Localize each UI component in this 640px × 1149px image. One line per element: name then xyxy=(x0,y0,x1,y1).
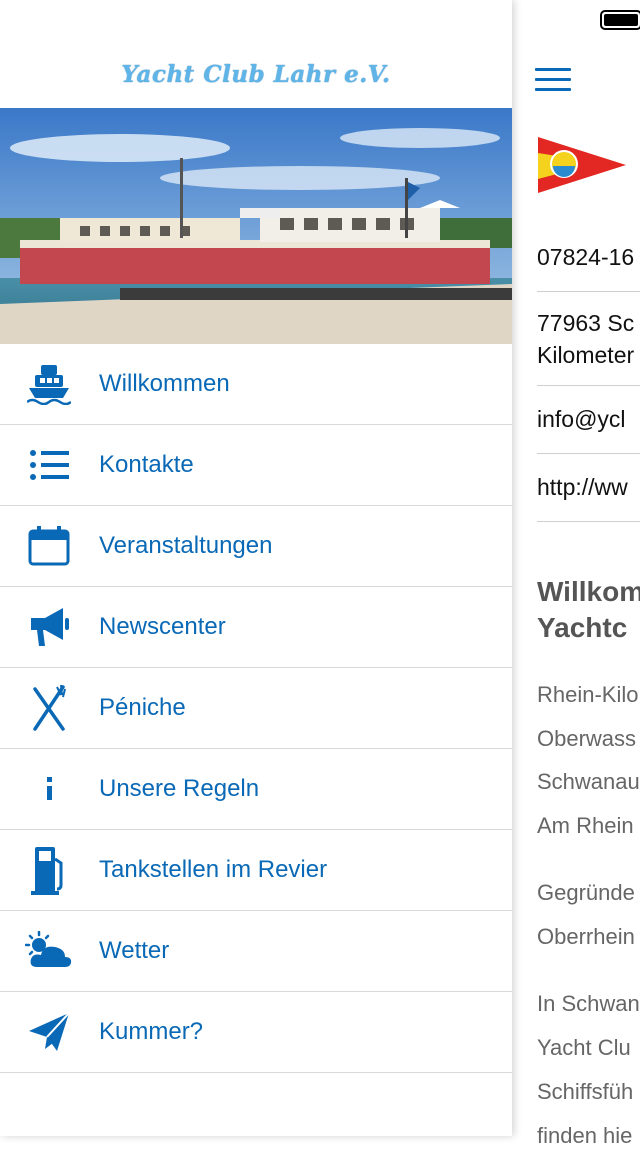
drawer-menu: Willkommen Kontakte Veranstaltungen News… xyxy=(0,344,512,1073)
menu-item-tankstellen[interactable]: Tankstellen im Revier xyxy=(0,830,512,911)
welcome-heading-line1: Willkom xyxy=(537,576,640,607)
paragraph-line: Oberwass xyxy=(537,726,637,751)
menu-label: Wetter xyxy=(99,937,170,964)
menu-label: Tankstellen im Revier xyxy=(99,856,328,883)
contact-address-line1[interactable]: 77963 Sc xyxy=(537,310,640,337)
paragraph-line: Yacht Clu xyxy=(537,1035,631,1060)
ship-icon xyxy=(24,358,74,410)
menu-label: Kummer? xyxy=(99,1018,204,1045)
contact-email[interactable]: info@ycl xyxy=(537,406,640,433)
divider xyxy=(537,291,640,292)
hero-image-houseboat xyxy=(0,108,512,344)
paragraph-line: finden hie xyxy=(537,1123,633,1148)
menu-label: Péniche xyxy=(99,694,186,721)
divider xyxy=(537,521,640,522)
paragraph-line: Rhein-Kilo xyxy=(537,682,639,707)
info-icon xyxy=(24,763,74,815)
list-icon xyxy=(24,439,74,491)
paragraph-line: Am Rhein xyxy=(537,813,634,838)
main-content: 07824-16 77963 Sc Kilometer info@ycl htt… xyxy=(512,40,640,1148)
weather-icon xyxy=(24,925,74,977)
cutlery-icon xyxy=(24,682,74,734)
contact-website[interactable]: http://ww xyxy=(537,474,640,501)
paragraph-line: In Schwan xyxy=(537,991,640,1016)
paragraph-line: Gegründe xyxy=(537,880,635,905)
paragraph-line: Schwanau xyxy=(537,769,640,794)
menu-label: Kontakte xyxy=(99,451,194,478)
calendar-icon xyxy=(24,520,74,572)
divider xyxy=(537,385,640,386)
divider xyxy=(537,453,640,454)
contact-phone[interactable]: 07824-16 xyxy=(537,244,640,271)
menu-label: Unsere Regeln xyxy=(99,775,260,802)
club-pennant-logo xyxy=(538,137,626,193)
menu-item-unsere-regeln[interactable]: Unsere Regeln xyxy=(0,749,512,830)
menu-item-veranstaltungen[interactable]: Veranstaltungen xyxy=(0,506,512,587)
menu-label: Newscenter xyxy=(99,613,226,640)
menu-item-peniche[interactable]: Péniche xyxy=(0,668,512,749)
battery-icon xyxy=(600,10,640,30)
megaphone-icon xyxy=(24,601,74,653)
paragraph-line: Oberrhein xyxy=(537,924,635,949)
menu-item-newscenter[interactable]: Newscenter xyxy=(0,587,512,668)
menu-item-wetter[interactable]: Wetter xyxy=(0,911,512,992)
paper-plane-icon xyxy=(24,1006,74,1058)
paragraph-line: Schiffsfüh xyxy=(537,1079,634,1104)
welcome-heading: Willkom Yachtc xyxy=(537,574,640,646)
menu-item-kummer[interactable]: Kummer? xyxy=(0,992,512,1073)
navigation-drawer: Yacht Club Lahr e.V. Willkommen Kontakte… xyxy=(0,0,512,1136)
hamburger-menu-icon[interactable] xyxy=(535,68,571,98)
welcome-heading-line2: Yachtc xyxy=(537,612,628,643)
contact-address-line2[interactable]: Kilometer xyxy=(537,342,640,369)
menu-label: Veranstaltungen xyxy=(99,532,273,559)
club-logo-text: Yacht Club Lahr e.V. xyxy=(121,60,391,88)
menu-item-kontakte[interactable]: Kontakte xyxy=(0,425,512,506)
menu-item-willkommen[interactable]: Willkommen xyxy=(0,344,512,425)
fuel-pump-icon xyxy=(24,844,74,896)
menu-label: Willkommen xyxy=(99,370,230,397)
drawer-header: Yacht Club Lahr e.V. xyxy=(0,40,512,108)
